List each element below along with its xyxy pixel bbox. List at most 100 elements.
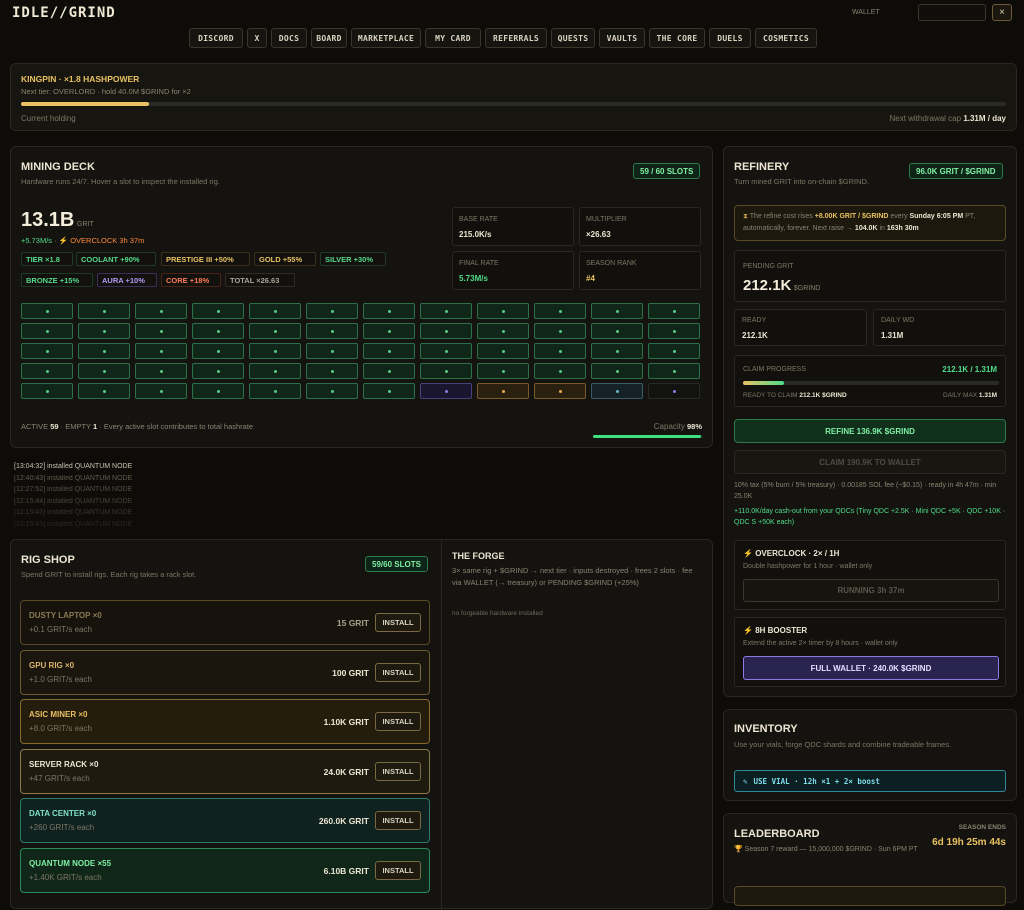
rig-slot[interactable] xyxy=(591,303,643,319)
rig-slot[interactable] xyxy=(249,303,301,319)
rig-slot[interactable] xyxy=(135,323,187,339)
nav-marketplace[interactable]: MARKETPLACE xyxy=(351,28,421,48)
overclock-button[interactable]: RUNNING 3h 37m xyxy=(743,579,999,602)
rig-slot[interactable] xyxy=(363,303,415,319)
install-button[interactable]: INSTALL xyxy=(375,861,421,880)
rig-slot[interactable] xyxy=(135,343,187,359)
rig-slot[interactable] xyxy=(420,343,472,359)
install-button[interactable]: INSTALL xyxy=(375,761,421,781)
chip-4: SILVER +30% xyxy=(320,252,386,266)
rig-slot[interactable] xyxy=(363,323,415,339)
shop-item: GPU RIG ×0 +1.0 GRIT/s each 100 GRIT INSTAL… xyxy=(20,649,430,695)
rig-slot[interactable] xyxy=(78,303,130,319)
rig-slot[interactable] xyxy=(363,363,415,379)
nav-x[interactable]: X xyxy=(247,28,267,48)
nav-quests[interactable]: QUESTS xyxy=(551,28,595,48)
rig-slot[interactable] xyxy=(192,383,244,399)
shop-item: QUANTUM NODE ×55 +1.40K GRIT/s each 6.10B … xyxy=(20,848,430,893)
rig-slot[interactable] xyxy=(477,303,529,319)
rig-slot[interactable] xyxy=(306,323,358,339)
rig-slot[interactable] xyxy=(306,363,358,379)
rig-slot[interactable] xyxy=(534,323,586,339)
refine-button[interactable]: REFINE 136.9K $GRIND xyxy=(734,419,1006,443)
nav-discord[interactable]: DISCORD xyxy=(189,28,243,48)
install-button[interactable]: INSTALL xyxy=(375,613,421,632)
rig-slot[interactable] xyxy=(534,363,586,379)
rig-slot[interactable] xyxy=(21,303,73,319)
install-button[interactable]: INSTALL xyxy=(375,662,421,682)
rig-slot[interactable] xyxy=(21,363,73,379)
nav-docs[interactable]: DOCS xyxy=(271,28,307,48)
rig-slot[interactable] xyxy=(78,363,130,379)
rig-slot[interactable] xyxy=(648,343,700,359)
rig-slot[interactable] xyxy=(648,323,700,339)
rig-slot[interactable] xyxy=(21,343,73,359)
claim-button[interactable]: CLAIM 190.9K TO WALLET xyxy=(734,450,1006,474)
grit-value: 13.1B xyxy=(21,209,75,231)
app-logo[interactable]: IDLE//GRIND xyxy=(12,5,116,21)
rig-slot[interactable] xyxy=(648,363,700,379)
slot-indicator-icon xyxy=(331,310,334,313)
rig-slot[interactable] xyxy=(648,303,700,319)
nav-cosmetics[interactable]: COSMETICS xyxy=(755,28,817,48)
rig-slot[interactable] xyxy=(192,303,244,319)
rig-slot[interactable] xyxy=(135,383,187,399)
rig-slot[interactable] xyxy=(249,323,301,339)
rig-slot[interactable] xyxy=(648,383,700,399)
rig-slot[interactable] xyxy=(591,343,643,359)
rig-slot[interactable] xyxy=(420,323,472,339)
rate-row: +5.73M/s · ⚡ OVERCLOCK 3h 37m xyxy=(21,236,145,245)
rig-slot[interactable] xyxy=(21,383,73,399)
rig-slot[interactable] xyxy=(363,343,415,359)
install-button[interactable]: INSTALL xyxy=(375,712,421,732)
booster-button[interactable]: FULL WALLET · 240.0K $GRIND xyxy=(743,656,999,680)
rig-slot[interactable] xyxy=(477,343,529,359)
rig-slot[interactable] xyxy=(534,383,586,399)
rig-slot[interactable] xyxy=(249,383,301,399)
rig-slot[interactable] xyxy=(78,383,130,399)
rig-slot[interactable] xyxy=(363,383,415,399)
rig-slot[interactable] xyxy=(135,363,187,379)
rig-slot[interactable] xyxy=(534,303,586,319)
nav-duels[interactable]: DUELS xyxy=(709,28,751,48)
rig-slot[interactable] xyxy=(78,323,130,339)
rig-slot[interactable] xyxy=(591,323,643,339)
install-button[interactable]: INSTALL xyxy=(375,811,421,831)
wallet-input[interactable] xyxy=(918,4,986,21)
rig-slot[interactable] xyxy=(192,343,244,359)
rig-slot[interactable] xyxy=(420,363,472,379)
nav-vaults[interactable]: VAULTS xyxy=(599,28,645,48)
rig-slot[interactable] xyxy=(135,303,187,319)
rig-slot[interactable] xyxy=(306,383,358,399)
rig-slot[interactable] xyxy=(477,383,529,399)
rig-slot[interactable] xyxy=(192,323,244,339)
forge-title: THE FORGE xyxy=(452,551,505,561)
slot-indicator-icon xyxy=(502,350,505,353)
rig-slot[interactable] xyxy=(78,343,130,359)
nav-referrals[interactable]: REFERRALS xyxy=(485,28,547,48)
slot-indicator-icon xyxy=(274,350,277,353)
shop-item: SERVER RACK ×0 +47 GRIT/s each 24.0K GRIT I… xyxy=(20,748,430,794)
rig-slot[interactable] xyxy=(306,303,358,319)
rig-slot[interactable] xyxy=(477,323,529,339)
nav-board[interactable]: BOARD xyxy=(311,28,347,48)
rig-slot[interactable] xyxy=(249,363,301,379)
nav-the-core[interactable]: THE CORE xyxy=(649,28,705,48)
rig-slot[interactable] xyxy=(534,343,586,359)
use-vial-button[interactable]: ✎ USE VIAL · 12h ×1 + 2× boost xyxy=(734,770,1006,792)
shop-item: DATA CENTER ×0 +260 GRIT/s each 260.0K GRI… xyxy=(20,798,430,844)
rig-slot[interactable] xyxy=(420,303,472,319)
nav-my-card[interactable]: MY CARD xyxy=(425,28,481,48)
rig-slot[interactable] xyxy=(21,323,73,339)
leaderboard-title: LEADERBOARD xyxy=(734,828,820,840)
rig-slot[interactable] xyxy=(591,383,643,399)
pending-label: PENDING GRIT xyxy=(743,263,794,270)
tier-title: KINGPIN · ×1.8 HASHPOWER xyxy=(21,74,140,84)
rig-slot[interactable] xyxy=(192,363,244,379)
rig-slot[interactable] xyxy=(477,363,529,379)
rig-slot[interactable] xyxy=(306,343,358,359)
rig-slot[interactable] xyxy=(591,363,643,379)
close-button[interactable]: × xyxy=(992,4,1012,21)
rig-slot[interactable] xyxy=(420,383,472,399)
rig-slot[interactable] xyxy=(249,343,301,359)
